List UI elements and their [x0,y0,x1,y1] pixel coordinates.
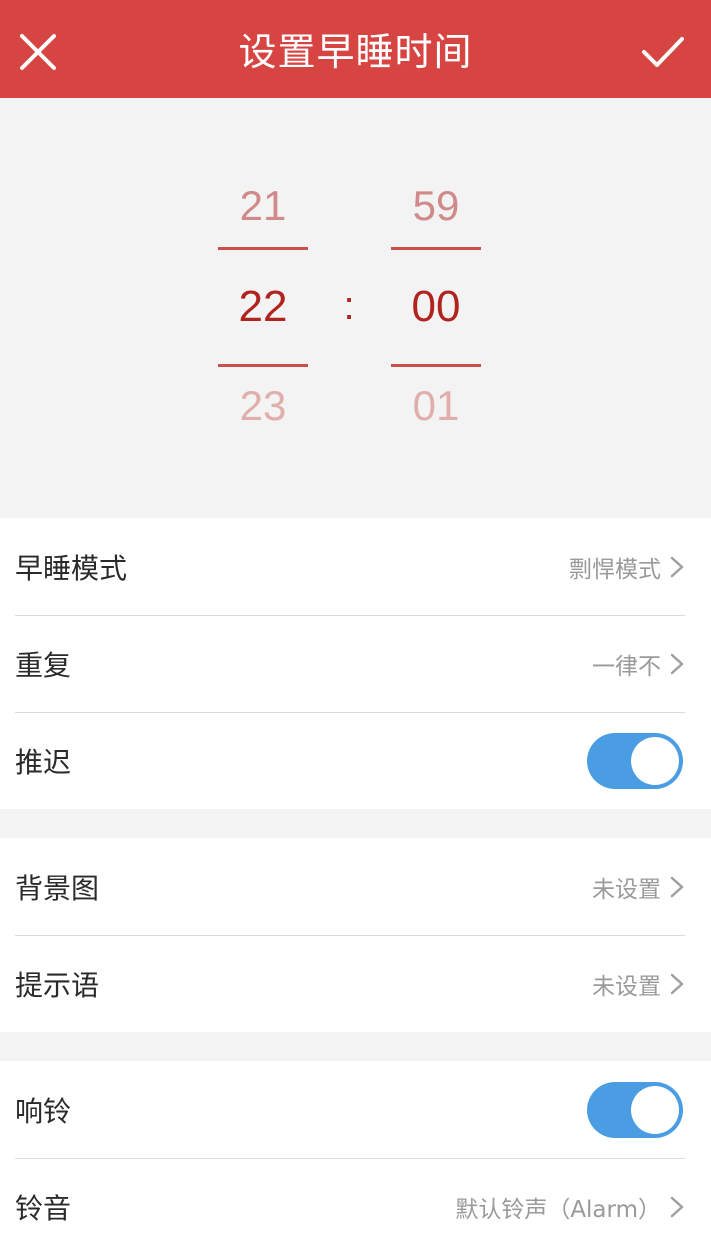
top-bar: 设置早睡时间 [0,0,711,98]
ring-row: 响铃 [0,1061,711,1158]
minute-selected[interactable]: 00 [391,282,481,332]
hour-prev[interactable]: 21 [218,182,308,230]
chevron-right-icon [670,653,684,674]
hour-next[interactable]: 23 [218,382,308,430]
hour-divider-bottom [218,364,308,367]
toggle-knob [631,736,679,785]
checkmark-icon [642,37,684,67]
prompt-row[interactable]: 提示语 未设置 [0,935,711,1032]
mode-value: 剽悍模式 [569,556,661,583]
minute-next[interactable]: 01 [391,382,481,430]
ring-label: 响铃 [15,1094,72,1128]
repeat-row[interactable]: 重复 一律不 [0,615,711,712]
toggle-knob [631,1085,679,1134]
minute-prev[interactable]: 59 [391,182,481,230]
repeat-label: 重复 [15,648,72,682]
chevron-right-icon [670,1196,684,1217]
chevron-right-icon [670,876,684,897]
prompt-value: 未设置 [592,973,661,1000]
mode-row[interactable]: 早睡模式 剽悍模式 [0,518,711,615]
chevron-right-icon [670,556,684,577]
mode-label: 早睡模式 [15,551,128,585]
snooze-toggle[interactable] [587,732,683,789]
ringtone-value: 默认铃声（Alarm） [455,1196,661,1223]
snooze-label: 推迟 [15,745,72,779]
chevron-right-icon [670,973,684,994]
prompt-label: 提示语 [15,968,100,1002]
background-row[interactable]: 背景图 未设置 [0,838,711,935]
minute-divider-bottom [391,364,481,367]
ring-toggle[interactable] [587,1081,683,1138]
page-title: 设置早睡时间 [238,30,473,74]
ringtone-row[interactable]: 铃音 默认铃声（Alarm） [0,1158,711,1233]
hour-selected[interactable]: 22 [218,282,308,332]
confirm-button[interactable] [633,22,693,82]
ringtone-label: 铃音 [15,1191,72,1225]
time-separator: : [343,284,355,328]
hour-divider-top [218,247,308,250]
snooze-row: 推迟 [0,712,711,809]
minute-divider-top [391,247,481,250]
time-picker: 21 22 23 : 59 00 01 [0,98,711,518]
settings-group-basic: 早睡模式 剽悍模式 重复 一律不 推迟 [0,518,711,809]
repeat-value: 一律不 [592,653,661,680]
settings-group-sound: 响铃 铃音 默认铃声（Alarm） [0,1061,711,1233]
background-label: 背景图 [15,871,100,905]
background-value: 未设置 [592,876,661,903]
settings-group-display: 背景图 未设置 提示语 未设置 [0,838,711,1032]
